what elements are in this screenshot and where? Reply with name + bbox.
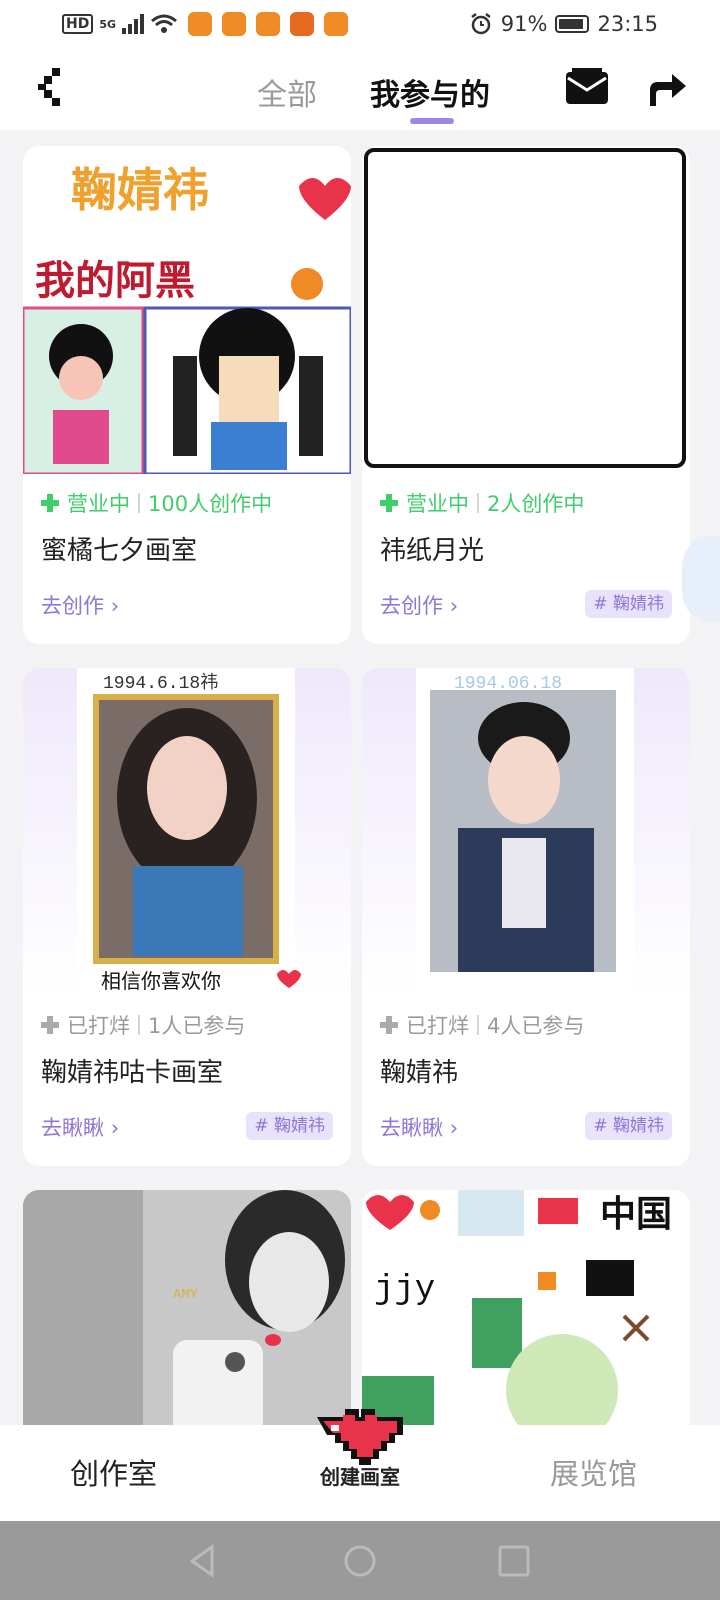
- topic-tag[interactable]: # 鞠婧祎: [585, 1112, 672, 1140]
- inbox-icon: [566, 68, 608, 104]
- app-notification-icon: [256, 12, 281, 36]
- studio-title: 蜜橘七夕画室: [41, 536, 198, 566]
- studio-status: 已打烊 1人已参与: [41, 1010, 245, 1040]
- back-triangle-icon[interactable]: [182, 1541, 222, 1581]
- top-header: 全部 我参与的: [0, 48, 720, 130]
- create-studio-button[interactable]: 创建画室: [295, 1397, 425, 1499]
- cover-text-title: 鞠婧祎: [71, 164, 209, 216]
- inbox-button[interactable]: [564, 66, 610, 108]
- plus-icon: [41, 1016, 59, 1034]
- back-button[interactable]: [30, 64, 74, 108]
- status-bar: HD 5G 91% 23:15: [0, 0, 720, 48]
- chevron-right-icon: ›: [110, 594, 120, 618]
- studio-title: 祎纸月光: [380, 536, 485, 566]
- create-studio-label: 创建画室: [320, 1465, 400, 1489]
- studio-cover-image: 鞠婧祎 我的阿黑: [23, 146, 351, 474]
- topic-tag-label: 鞠婧祎: [613, 1116, 664, 1136]
- go-view-link[interactable]: 去瞅瞅 ›: [380, 1112, 458, 1142]
- topic-tag[interactable]: # 鞠婧祎: [585, 590, 672, 618]
- wifi-icon: [151, 14, 177, 33]
- floating-assistant-bubble[interactable]: [682, 536, 720, 622]
- battery-icon: [555, 15, 590, 33]
- tab-participated[interactable]: 我参与的: [370, 70, 490, 114]
- battery-percent: 91%: [500, 12, 548, 36]
- studio-cover-image: 1994.6.18祎 相信你喜欢你: [23, 668, 351, 996]
- studio-status-label: 已打烊: [67, 1014, 130, 1038]
- studio-status: 已打烊 4人已参与: [380, 1010, 584, 1040]
- nav-studio[interactable]: 创作室: [70, 1451, 157, 1493]
- studio-cover-image: 1994.06.18: [362, 668, 690, 996]
- network-type: 5G: [99, 17, 117, 31]
- app-notification-icon: [324, 12, 349, 36]
- system-navigation-bar: [0, 1521, 720, 1600]
- go-create-link[interactable]: 去创作 ›: [41, 590, 119, 620]
- go-view-label: 去瞅瞅: [41, 1116, 104, 1140]
- topic-tag[interactable]: # 鞠婧祎: [246, 1112, 333, 1140]
- studio-status: 营业中 2人创作中: [380, 488, 584, 518]
- share-button[interactable]: [644, 64, 690, 110]
- studio-title: 鞠婧祎咕卡画室: [41, 1058, 224, 1088]
- share-arrow-icon: [650, 74, 686, 106]
- plus-icon: [380, 1016, 398, 1034]
- recents-square-icon[interactable]: [494, 1541, 534, 1581]
- cover-text-initials: jjy: [374, 1271, 435, 1309]
- studio-participant-count: 2人创作中: [487, 492, 585, 516]
- studio-status-label: 已打烊: [406, 1014, 469, 1038]
- alarm-icon: [471, 13, 491, 35]
- cover-text-name: AMY: [173, 1287, 199, 1303]
- studio-cover-image: [364, 148, 686, 468]
- heart-icon: [317, 1409, 403, 1465]
- studio-card[interactable]: 1994.06.18 已打烊 4人已参与 鞠婧祎 去瞅瞅 › # 鞠婧祎: [362, 668, 690, 1166]
- plus-icon: [380, 494, 398, 512]
- chevron-right-icon: ›: [449, 1116, 459, 1140]
- app-notification-icon: [290, 12, 315, 36]
- clock: 23:15: [597, 12, 658, 36]
- studio-card[interactable]: 鞠婧祎 我的阿黑 营业中 100人创作中 蜜橘七夕画室 去创作 ›: [23, 146, 351, 644]
- studio-card[interactable]: 1994.6.18祎 相信你喜欢你 已打烊 1人已参与 鞠婧祎咕卡画室 去瞅瞅 …: [23, 668, 351, 1166]
- plus-icon: [41, 494, 59, 512]
- cover-text-caption: 相信你喜欢你: [101, 970, 221, 993]
- go-view-label: 去瞅瞅: [380, 1116, 443, 1140]
- go-create-label: 去创作: [41, 594, 104, 618]
- studio-participant-count: 100人创作中: [148, 492, 273, 516]
- studio-status-label: 营业中: [406, 492, 469, 516]
- studio-status-label: 营业中: [67, 492, 130, 516]
- chevron-right-icon: ›: [110, 1116, 120, 1140]
- cover-text-china: 中国: [600, 1193, 672, 1234]
- bottom-navigation: 创作室 创建画室 展览馆: [0, 1409, 720, 1521]
- chevron-right-icon: ›: [449, 594, 459, 618]
- topic-tag-label: 鞠婧祎: [274, 1116, 325, 1136]
- hd-indicator: HD: [62, 14, 94, 34]
- go-view-link[interactable]: 去瞅瞅 ›: [41, 1112, 119, 1142]
- cover-text-date: 1994.6.18祎: [103, 672, 218, 694]
- studio-participant-count: 1人已参与: [148, 1014, 246, 1038]
- studio-title: 鞠婧祎: [380, 1058, 459, 1088]
- studio-participant-count: 4人已参与: [487, 1014, 585, 1038]
- home-circle-icon[interactable]: [340, 1541, 380, 1581]
- studio-card[interactable]: 营业中 2人创作中 祎纸月光 去创作 › # 鞠婧祎: [362, 146, 690, 644]
- nav-gallery[interactable]: 展览馆: [550, 1451, 637, 1493]
- active-tab-indicator: [410, 118, 454, 124]
- app-notification-icon: [188, 12, 213, 36]
- go-create-link[interactable]: 去创作 ›: [380, 590, 458, 620]
- signal-icon: [122, 14, 145, 34]
- tab-all[interactable]: 全部: [257, 70, 317, 114]
- go-create-label: 去创作: [380, 594, 443, 618]
- studio-status: 营业中 100人创作中: [41, 488, 272, 518]
- topic-tag-label: 鞠婧祎: [613, 594, 664, 614]
- back-arrow-icon: [38, 68, 60, 106]
- app-notification-icon: [222, 12, 247, 36]
- cover-text-subtitle: 我的阿黑: [35, 259, 195, 303]
